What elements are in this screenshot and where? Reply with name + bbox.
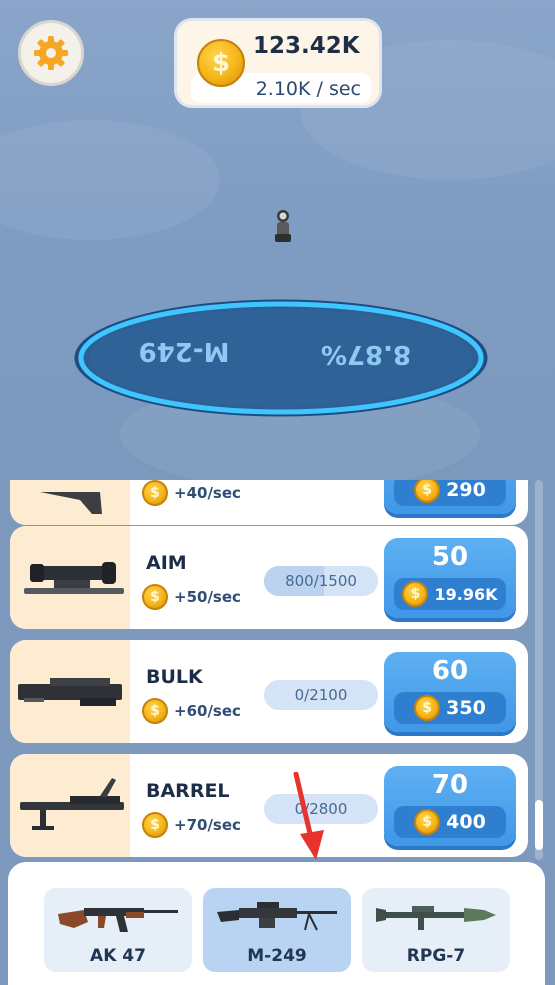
price-tag: $ 400 bbox=[394, 806, 506, 838]
progress-bar: 800/1500 bbox=[264, 566, 378, 596]
level-label: 50 bbox=[431, 542, 469, 572]
dollar-coin-icon: $ bbox=[142, 812, 168, 838]
weapon-platform: M-249 8.87% bbox=[74, 299, 488, 417]
upgrade-card-barrel: BARREL $ +70/sec 0/2800 70 $ 400 bbox=[10, 754, 528, 857]
platform-weapon-label: M-249 bbox=[139, 336, 230, 366]
hint-arrow-icon bbox=[293, 772, 324, 860]
income-rate-label: +60/sec bbox=[174, 702, 241, 720]
m249-machine-gun-icon bbox=[217, 902, 337, 931]
upgrade-buy-button[interactable]: $ 290 bbox=[384, 480, 516, 514]
income-row: $ +50/sec bbox=[142, 584, 241, 610]
scrollbar-thumb[interactable] bbox=[535, 800, 543, 850]
level-label: 70 bbox=[431, 770, 469, 800]
weapon-label: AK 47 bbox=[90, 946, 146, 966]
part-thumbnail bbox=[10, 526, 130, 629]
income-rate: 2.10K / sec bbox=[255, 78, 361, 100]
price-label: 400 bbox=[446, 811, 486, 833]
income-rate-label: +70/sec bbox=[174, 816, 241, 834]
receiver-part-icon bbox=[18, 678, 122, 706]
price-label: 350 bbox=[446, 697, 486, 719]
income-rate-label: +50/sec bbox=[174, 588, 241, 606]
game-scene: M-249 8.87% $ 123.42K 2.10K / sec bbox=[0, 0, 555, 480]
level-label: 60 bbox=[431, 656, 469, 686]
part-thumbnail bbox=[10, 480, 130, 525]
progress-label: 0/2100 bbox=[294, 686, 348, 704]
dollar-coin-icon: $ bbox=[402, 581, 429, 607]
gear-icon bbox=[34, 36, 68, 70]
income-row: $ +70/sec bbox=[142, 812, 241, 838]
income-rate-label: +40/sec bbox=[174, 484, 241, 502]
dollar-coin-icon: $ bbox=[197, 39, 245, 87]
upgrade-buy-button[interactable]: 50 $ 19.96K bbox=[384, 538, 516, 618]
weapon-selector: AK 47 M-249 RPG-7 bbox=[8, 862, 545, 985]
weapon-tab-rpg7[interactable]: RPG-7 bbox=[362, 888, 510, 972]
coin-amount: 123.42K bbox=[253, 33, 360, 59]
price-tag: $ 290 bbox=[394, 480, 506, 506]
soldier-figure bbox=[275, 210, 291, 242]
platform-percent-label: 8.87% bbox=[321, 339, 411, 369]
scrollbar[interactable] bbox=[535, 480, 543, 860]
upgrade-card-aim: AIM $ +50/sec 800/1500 50 $ 19.96K bbox=[10, 526, 528, 629]
part-thumbnail bbox=[10, 640, 130, 743]
ground-texture bbox=[0, 120, 220, 240]
dollar-coin-icon: $ bbox=[142, 480, 168, 506]
income-row: $ +40/sec bbox=[142, 480, 241, 506]
upgrade-card-bulk: BULK $ +60/sec 0/2100 60 $ 350 bbox=[10, 640, 528, 743]
scope-part-icon bbox=[24, 562, 124, 594]
part-name: BULK bbox=[146, 666, 203, 688]
weapon-label: RPG-7 bbox=[406, 946, 466, 966]
price-tag: $ 350 bbox=[394, 692, 506, 724]
weapon-tab-m249[interactable]: M-249 bbox=[203, 888, 351, 972]
settings-button[interactable] bbox=[18, 20, 84, 86]
progress-bar: 0/2100 bbox=[264, 680, 378, 710]
price-tag: $ 19.96K bbox=[394, 578, 506, 610]
price-label: 19.96K bbox=[434, 584, 498, 604]
part-thumbnail bbox=[10, 754, 130, 857]
dollar-coin-icon: $ bbox=[414, 809, 441, 835]
barrel-part-icon bbox=[20, 778, 124, 830]
dollar-coin-icon: $ bbox=[142, 584, 168, 610]
income-row: $ +60/sec bbox=[142, 698, 241, 724]
upgrade-card: $ +40/sec $ 290 bbox=[10, 480, 528, 525]
dollar-coin-icon: $ bbox=[414, 480, 441, 503]
part-name: AIM bbox=[146, 552, 187, 574]
upgrade-buy-button[interactable]: 70 $ 400 bbox=[384, 766, 516, 846]
dollar-coin-icon: $ bbox=[414, 695, 441, 721]
upgrade-buy-button[interactable]: 60 $ 350 bbox=[384, 652, 516, 732]
progress-label: 800/1500 bbox=[285, 572, 357, 590]
ak47-rifle-icon bbox=[58, 908, 178, 932]
weapon-label: M-249 bbox=[247, 946, 307, 966]
weapon-tab-ak47[interactable]: AK 47 bbox=[44, 888, 192, 972]
price-label: 290 bbox=[446, 480, 486, 501]
currency-panel: $ 123.42K 2.10K / sec bbox=[174, 18, 382, 108]
rpg7-launcher-icon bbox=[376, 906, 496, 930]
part-name: BARREL bbox=[146, 780, 230, 802]
stock-part-icon bbox=[40, 492, 102, 514]
dollar-coin-icon: $ bbox=[142, 698, 168, 724]
